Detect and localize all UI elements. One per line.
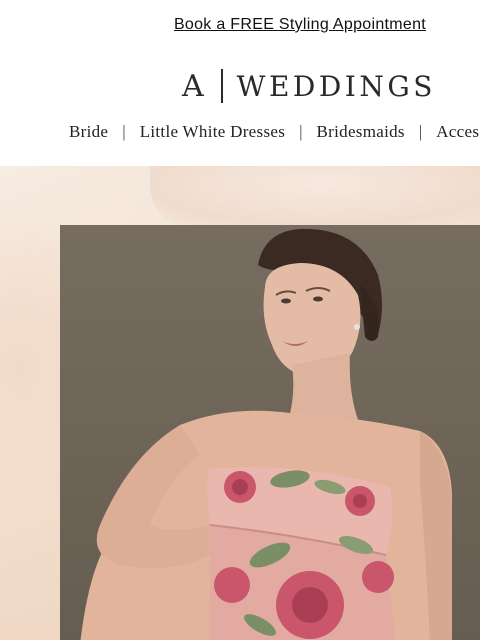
main-nav: Bride | Little White Dresses | Bridesmai… [69, 118, 479, 146]
brand-logo[interactable]: A WEDDINGS [182, 66, 436, 106]
promo-banner: Book a FREE Styling Appointment [0, 0, 480, 50]
nav-separator: | [418, 122, 423, 141]
model-illustration [80, 228, 452, 640]
logo-wordmark: WEDDINGS [236, 69, 436, 103]
book-styling-appointment-link[interactable]: Book a FREE Styling Appointment [54, 16, 426, 34]
nav-item-accessories[interactable]: Acces [436, 122, 479, 142]
logo-mark: A [182, 68, 205, 104]
hero-banner[interactable] [0, 166, 480, 640]
nav-item-little-white-dresses[interactable]: Little White Dresses [140, 122, 285, 142]
nav-item-bride[interactable]: Bride [69, 122, 108, 142]
nav-item-bridesmaids[interactable]: Bridesmaids [317, 122, 405, 142]
hero-photo[interactable] [60, 225, 480, 640]
nav-separator: | [122, 122, 126, 141]
hero-background-decoration [150, 166, 480, 226]
nav-separator: | [299, 122, 303, 141]
logo-divider [220, 69, 223, 103]
